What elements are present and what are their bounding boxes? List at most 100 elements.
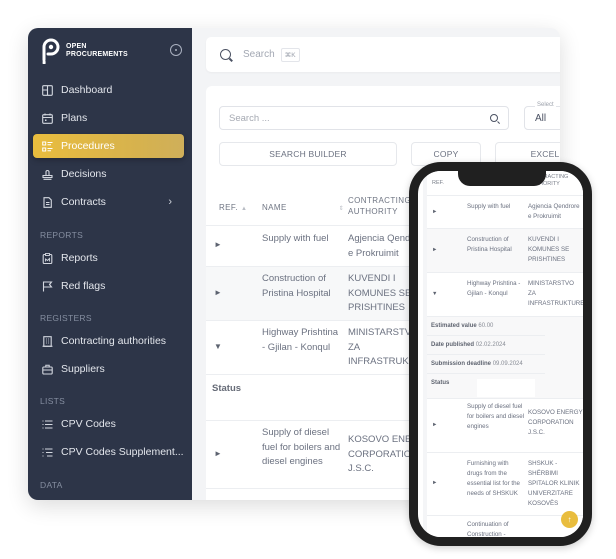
detail-date-published: Date published 02.02.2024 [427,336,545,355]
phone-table-row[interactable]: ► Construction of Pristina Hospital KUVE… [427,229,583,273]
briefcase-icon [41,363,53,375]
stage: OPEN PROCUREMENTS Dashboard Plans Proced… [0,0,616,559]
collapse-sidebar-icon[interactable] [170,44,182,56]
phone-table-row[interactable]: ► Furnishing with drugs from the essenti… [427,453,583,516]
section-label-reports: REPORTS [40,230,84,240]
expand-row-icon[interactable]: ► [214,449,222,458]
expand-row-icon[interactable]: ► [432,247,437,253]
sidebar-item-contracting-authorities[interactable]: Contracting authorities [33,329,184,353]
detail-value: 09.09.2024 [492,361,523,367]
authority-line: KOSOVO ENERGY [528,409,583,416]
column-header-ref[interactable]: REF. ▲ [219,202,247,215]
authority-line: SPITALOR KLINIK [528,480,580,487]
dashboard-icon [41,84,53,96]
status-badge [477,379,535,397]
sidebar-item-label: CPV Codes [61,418,116,430]
building-icon [41,335,53,347]
sidebar-item-label: Contracting authorities [61,335,167,347]
sidebar-item-decisions[interactable]: Decisions [33,162,184,186]
sidebar-item-contracts[interactable]: Contracts › [33,190,184,214]
global-search-bar[interactable]: Search ⌘K [206,37,560,72]
sort-icon: ▲ [240,206,248,212]
authority-line: e Prokruimit [528,213,562,220]
sidebar-item-label: Procedures [61,140,115,152]
phone-table-row-expanded[interactable]: ▼ Highway Prishtina - Gjilan - Konqul MI… [427,273,585,317]
sidebar-item-label: Red flags [61,280,106,292]
list-lines-icon [41,418,53,430]
sidebar-item-reports[interactable]: Reports [33,246,184,270]
sidebar-item-plans[interactable]: Plans [33,106,184,130]
sidebar-item-cpv-codes-supplement[interactable]: CPV Codes Supplement... [33,440,184,464]
detail-value: 60.00 [478,323,494,329]
phone-screen: REF. CONTRACTING AUTHORITY ► Supply with… [423,171,585,537]
sort-icon: ⇕ [338,206,345,212]
detail-label: Submission deadline [431,361,492,367]
calendar-icon [41,112,53,124]
authority-line: MINISTRIA E [528,541,565,546]
column-header-contracting-authority[interactable]: CONTRACTING AUTHORITY [348,195,418,217]
authority-line [528,530,583,537]
authority-line: CORPORATION [528,419,574,426]
collapse-row-icon[interactable]: ▼ [214,342,222,351]
cell-name: Highway Prishtina - Gjilan - Konqul [262,327,339,353]
authority-line: MINISTARSTVO [528,280,574,287]
expand-row-icon[interactable]: ► [432,422,437,428]
list-icon [41,140,53,152]
sidebar-item-procedures[interactable]: Procedures [33,134,184,158]
cell-authority: MINISTARSTVO ZA INFRASTRUKTURE [528,279,585,309]
cell-authority: KUVENDI I KOMUNES SE PRISHTINES [528,235,583,265]
search-icon [490,114,498,122]
column-header-ref[interactable]: REF. [432,180,444,187]
detail-value: 02.02.2024 [475,342,506,348]
cell-authority: SHSKUK - SHËRBIMI SPITALOR KLINIK UNIVER… [528,459,583,509]
logo-line-2: PROCUREMENTS [66,51,128,58]
expand-row-icon[interactable]: ► [432,480,437,486]
phone-notch [458,171,546,186]
sidebar-item-label: Contracts [61,196,106,208]
sidebar-item-label: Decisions [61,168,107,180]
detail-label: Estimated value [431,323,477,329]
sidebar-item-red-flags[interactable]: Red flags [33,274,184,298]
cell-name: Supply with fuel [262,233,329,244]
section-label-lists: LISTS [40,396,66,406]
detail-status-label: Status [212,383,242,394]
shortcut-badge: ⌘K [280,47,300,62]
detail-label: Date published [431,342,475,348]
scroll-to-top-button[interactable]: ↑ [561,511,578,528]
authority-line: UNIVERZITARE [528,490,573,497]
cell-name: Supply of diesel fuel for boilers and di… [262,427,341,467]
column-header-name[interactable]: NAME ⇕ [262,202,344,215]
phone-table-row[interactable]: ► Supply with fuel Agjencia Qendrore e P… [427,196,583,229]
section-label-registers: REGISTERS [40,313,92,323]
authority-line: INFRASTRUKTURE [528,300,585,307]
table-search-input[interactable]: Search ... [219,106,509,130]
sidebar-item-cpv-codes[interactable]: CPV Codes [33,412,184,436]
sidebar-item-label: Plans [61,112,88,124]
cell-name: Supply of diesel fuel for boilers and di… [467,403,525,430]
chevron-right-icon: › [168,196,172,208]
collapse-row-icon[interactable]: ▼ [432,291,437,297]
expand-row-icon[interactable]: ► [432,209,437,215]
sidebar-item-suppliers[interactable]: Suppliers [33,357,184,381]
phone-table-row[interactable]: ► Supply of diesel fuel for boilers and … [427,399,583,453]
filter-select[interactable]: Select All [524,102,560,130]
arrow-up-icon: ↑ [567,515,572,524]
authority-line: KOSOVËS [528,500,559,507]
cell-authority: MINISTRIA E [528,520,583,546]
cell-name: Supply with fuel [467,203,511,210]
expand-row-icon[interactable]: ► [214,240,222,249]
logo[interactable]: OPEN PROCUREMENTS [40,38,128,64]
logo-line-1: OPEN [66,43,87,50]
authority-line [528,520,583,530]
expand-row-icon[interactable]: ► [214,288,222,297]
sidebar-item-dashboard[interactable]: Dashboard [33,78,184,102]
authority-line: KOMUNES SE [528,246,570,253]
select-value: All [535,113,547,124]
clipboard-chart-icon [41,252,53,264]
sidebar-item-label: Reports [61,252,98,264]
global-search-input[interactable]: Search [243,49,275,60]
cell-name: Furnishing with drugs from the essential… [467,460,520,497]
section-label-data: DATA [40,480,63,490]
search-builder-button[interactable]: SEARCH BUILDER [219,142,397,166]
cell-name: Construction of Pristina Hospital [262,273,331,299]
